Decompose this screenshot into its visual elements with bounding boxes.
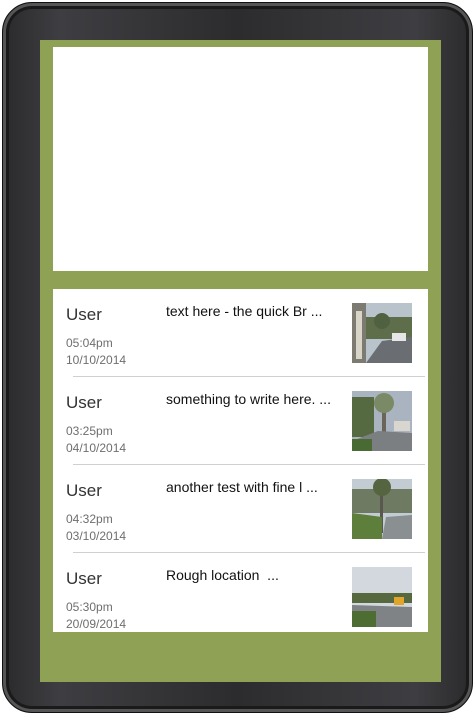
feed-item-text: text here - the quick Br ... (166, 303, 323, 319)
feed-item-date: 03/10/2014 (66, 529, 127, 543)
feed-item-text: another test with fine l ... (166, 479, 318, 495)
feed-item[interactable]: User 04:32pm 03/10/2014 another test wit… (53, 465, 428, 553)
feed-item-user: User (66, 393, 102, 412)
feed-item-date: 20/09/2014 (66, 617, 127, 631)
feed-item[interactable]: User 05:30pm 20/09/2014 Rough location .… (53, 553, 428, 632)
feed-item-text: something to write here. ... (166, 391, 331, 407)
feed-item-date: 04/10/2014 (66, 441, 127, 455)
feed-item-text: Rough location ... (166, 567, 279, 583)
photo-thumbnail[interactable] (352, 303, 412, 363)
feed-item-time: 03:25pm (66, 424, 113, 438)
feed-item[interactable]: User 03:25pm 04/10/2014 something to wri… (53, 377, 428, 465)
app-screen: User 05:04pm 10/10/2014 text here - the … (40, 40, 441, 682)
feed-item[interactable]: User 05:04pm 10/10/2014 text here - the … (53, 289, 428, 377)
feed-item-time: 05:04pm (66, 336, 113, 350)
feed-item-time: 05:30pm (66, 600, 113, 614)
feed-item-user: User (66, 305, 102, 324)
photo-thumbnail[interactable] (352, 391, 412, 451)
photo-thumbnail[interactable] (352, 479, 412, 539)
feed-item-time: 04:32pm (66, 512, 113, 526)
feed-item-date: 10/10/2014 (66, 353, 127, 367)
map-panel[interactable] (53, 47, 428, 271)
feed-item-user: User (66, 569, 102, 588)
photo-thumbnail[interactable] (352, 567, 412, 627)
feed-item-user: User (66, 481, 102, 500)
tablet-frame: User 05:04pm 10/10/2014 text here - the … (2, 2, 473, 713)
feed-list[interactable]: User 05:04pm 10/10/2014 text here - the … (53, 289, 428, 632)
